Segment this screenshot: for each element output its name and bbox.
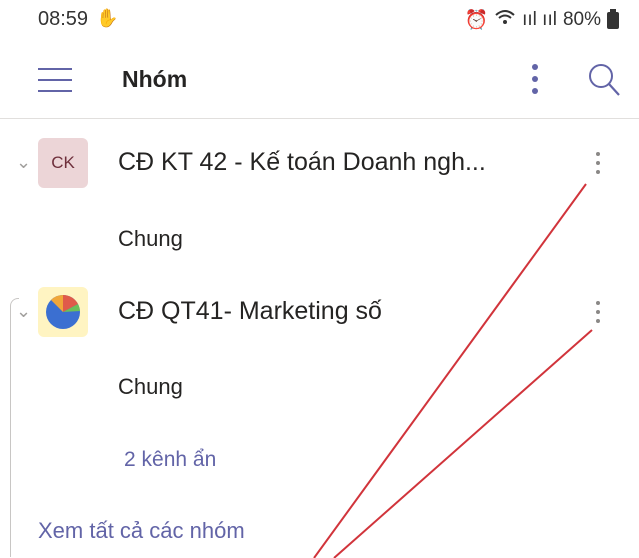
page-title: Nhóm — [122, 66, 188, 92]
status-bar: 08:59 ✋ ⏰ ııl ııl 80% — [0, 0, 639, 38]
search-icon[interactable] — [586, 60, 622, 100]
channel-name: Chung — [118, 374, 183, 399]
alarm-icon: ⏰ — [464, 10, 489, 31]
channel-row[interactable]: Chung — [0, 366, 639, 410]
hidden-channels-row[interactable]: 2 kênh ẩn — [0, 440, 639, 484]
chevron-down-icon[interactable]: ⌄ — [16, 301, 31, 322]
hidden-channels-link[interactable]: 2 kênh ẩn — [124, 448, 216, 472]
status-icons: ⏰ ııl ııl 80% — [464, 8, 619, 32]
pie-chart-icon — [46, 295, 80, 329]
see-all-row[interactable]: Xem tất cả các nhóm — [0, 512, 639, 552]
team-avatar: CK — [38, 138, 88, 188]
battery-percent: 80% — [562, 9, 601, 30]
channel-name: Chung — [118, 226, 183, 251]
more-options-icon[interactable] — [526, 60, 544, 100]
signal-icon: ııl ııl — [522, 9, 557, 30]
hand-icon: ✋ — [96, 8, 119, 28]
team-name: CĐ KT 42 - Kế toán Doanh ngh... — [118, 148, 486, 176]
team-row[interactable]: ⌄ CĐ QT41- Marketing số — [0, 285, 639, 341]
battery-icon — [607, 8, 619, 29]
wifi-icon — [494, 8, 516, 32]
team-name: CĐ QT41- Marketing số — [118, 297, 382, 325]
status-time: 08:59 — [38, 8, 89, 30]
team-more-icon[interactable] — [592, 299, 606, 329]
team-more-icon[interactable] — [592, 150, 606, 180]
menu-icon[interactable] — [38, 66, 72, 94]
app-bar: Nhóm — [0, 46, 639, 119]
avatar-text: CK — [51, 153, 75, 172]
team-row[interactable]: ⌄ CK CĐ KT 42 - Kế toán Doanh ngh... — [0, 136, 639, 192]
see-all-teams-link[interactable]: Xem tất cả các nhóm — [38, 518, 245, 544]
chevron-down-icon[interactable]: ⌄ — [16, 152, 31, 173]
channel-row[interactable]: Chung — [0, 218, 639, 262]
team-avatar — [38, 287, 88, 337]
